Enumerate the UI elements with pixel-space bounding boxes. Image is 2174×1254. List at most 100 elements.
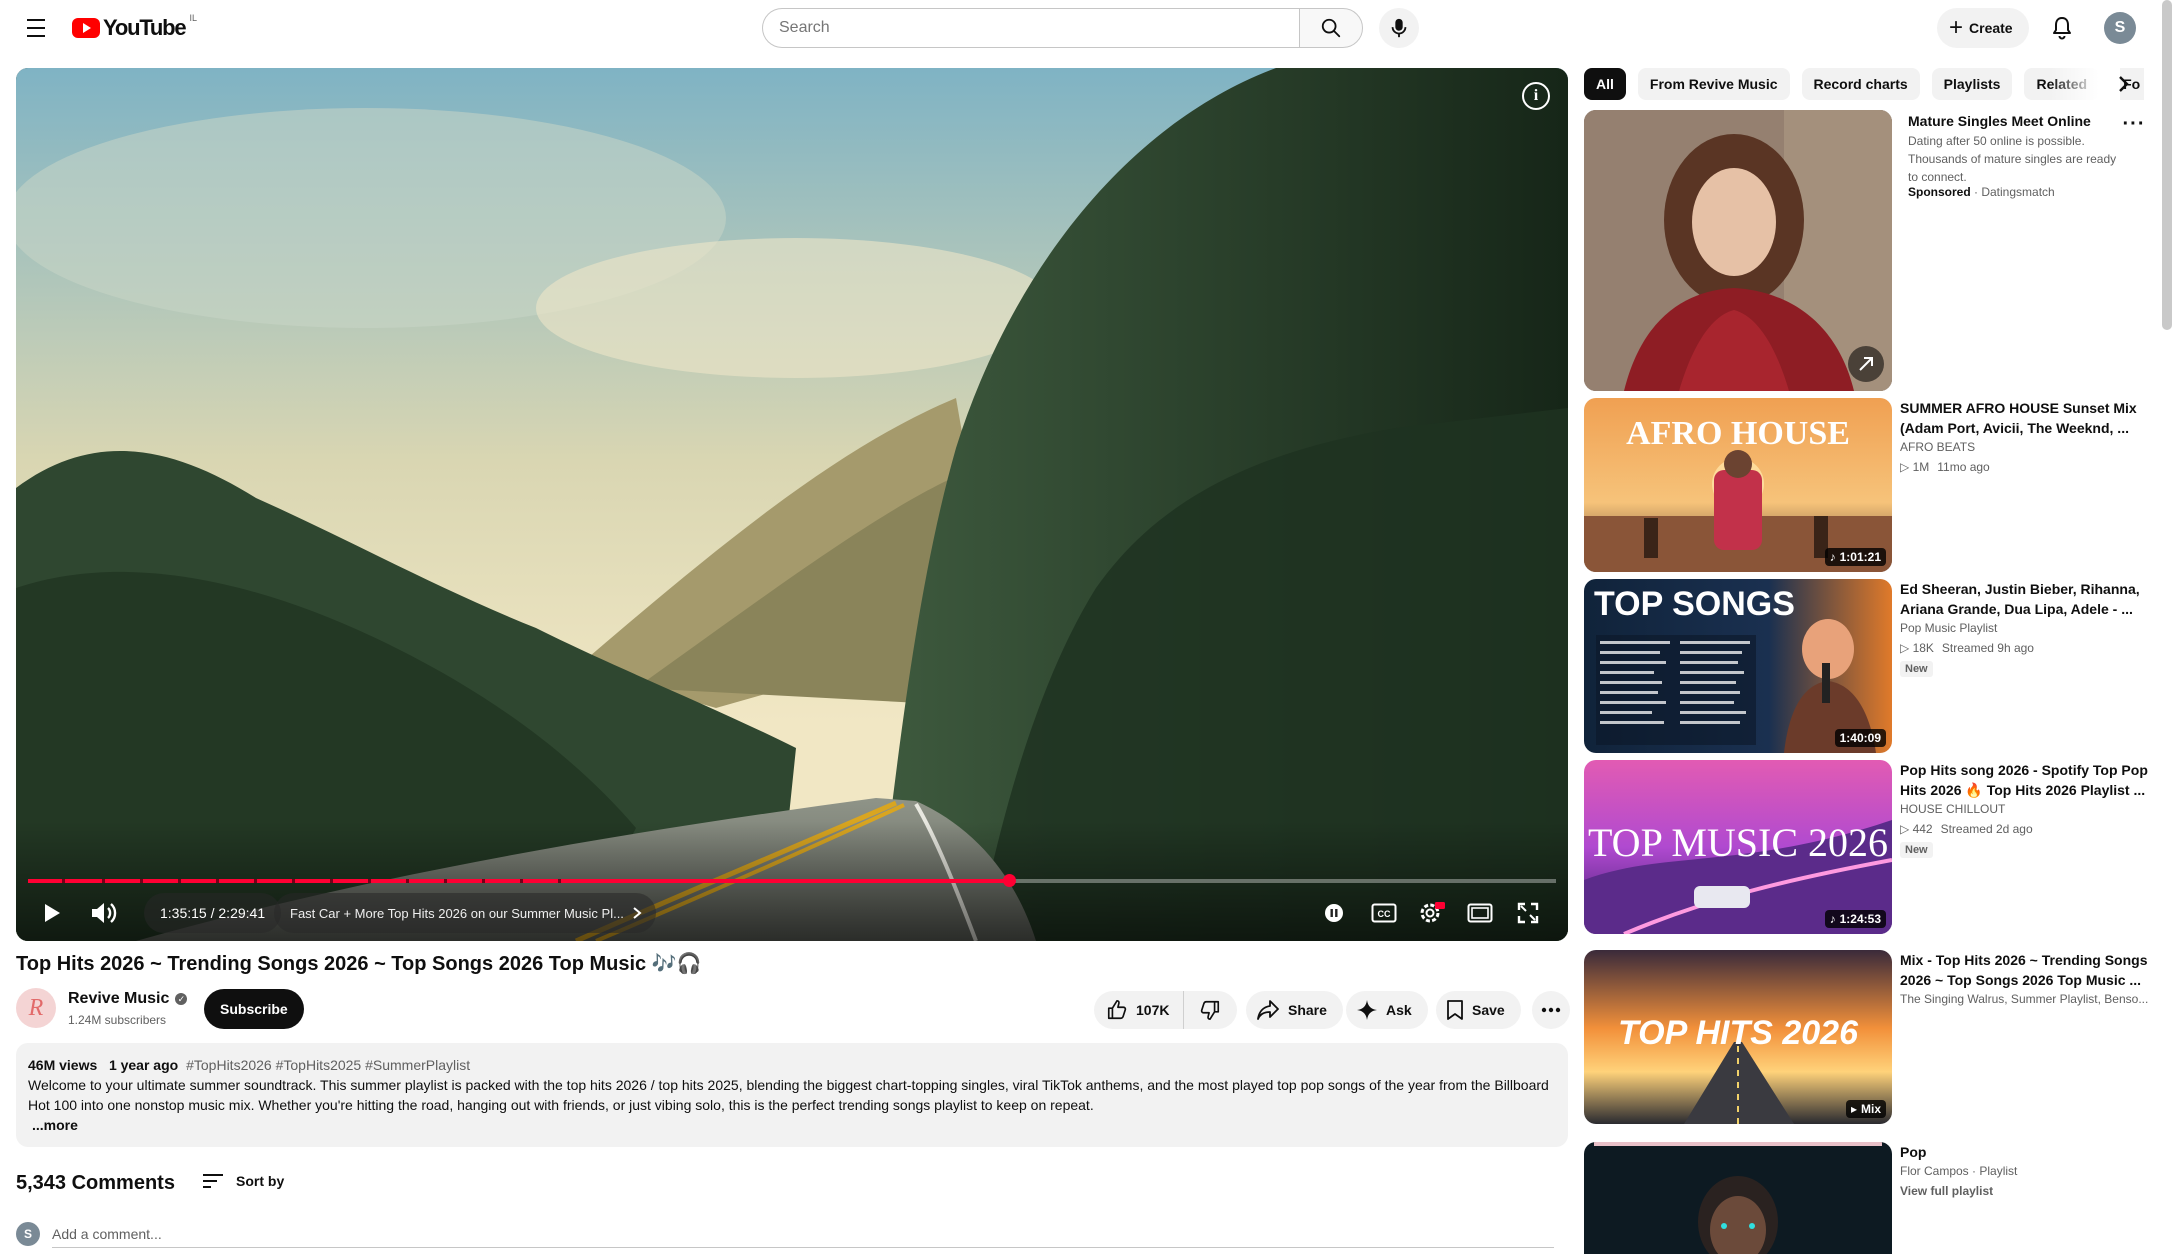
thumbs-down-icon [1200, 1000, 1220, 1020]
ad-description: Dating after 50 online is possible. Thou… [1908, 134, 2117, 184]
stream-age: Streamed 2d ago [1940, 822, 2033, 836]
channel-avatar-initial: R [28, 994, 44, 1021]
commenter-avatar: S [16, 1222, 40, 1246]
chips-next-button[interactable] [2108, 68, 2140, 100]
ad-menu-button[interactable]: ··· [2123, 112, 2145, 136]
page-scrollbar[interactable] [2162, 0, 2172, 330]
settings-button[interactable] [1414, 895, 1450, 931]
filter-chip[interactable]: Record charts [1801, 68, 1920, 100]
recommended-video[interactable]: TOP SONGS 1:40:09 Ed Sheeran, Justin Bie… [1584, 579, 2164, 753]
fullscreen-button[interactable] [1510, 895, 1546, 931]
captions-button[interactable]: CC [1366, 895, 1402, 931]
thumbnail-image [1584, 1142, 1892, 1254]
recommended-mix[interactable]: TOP HITS 2026 ▸ Mix Mix - Top Hits 2026 ~… [1584, 950, 2164, 1124]
view-count-value: 1M [1912, 460, 1930, 474]
video-player[interactable]: i 1:35:15 / 2:29:41 Fast Car + More Top … [16, 68, 1568, 941]
channel-name[interactable]: AFRO BEATS [1900, 440, 1975, 454]
chapter-marker [102, 879, 105, 883]
subscribe-button[interactable]: Subscribe [204, 989, 304, 1029]
upload-age: 11mo ago [1937, 460, 1990, 474]
notifications-button[interactable] [2042, 8, 2082, 48]
info-icon[interactable]: i [1522, 82, 1550, 110]
video-thumbnail[interactable]: AFRO HOUSE ♪ 1:01:21 [1584, 398, 1892, 572]
playlist-thumbnail[interactable] [1584, 1142, 1892, 1254]
view-full-playlist-link[interactable]: View full playlist [1900, 1184, 1993, 1198]
show-more-link[interactable]: ...more [32, 1115, 1556, 1135]
video-title[interactable]: Pop Hits song 2026 - Spotify Top Pop Hit… [1900, 760, 2150, 800]
chapter-marker [482, 879, 485, 883]
recommended-video[interactable]: TOP MUSIC 2026 ♪ 1:24:53 Pop Hits song 20… [1584, 760, 2164, 934]
bell-icon [2053, 17, 2071, 40]
new-badge: New [1900, 661, 1933, 677]
save-button[interactable]: Save [1436, 991, 1521, 1029]
theater-mode-button[interactable] [1462, 895, 1498, 931]
mix-title[interactable]: Mix - Top Hits 2026 ~ Trending Songs 202… [1900, 950, 2150, 990]
voice-search-button[interactable] [1379, 8, 1419, 48]
fullscreen-icon [1517, 902, 1539, 924]
mute-button[interactable] [84, 895, 124, 931]
subscriber-count: 1.24M subscribers [68, 1013, 167, 1027]
chevron-right-icon [2119, 76, 2129, 92]
captions-icon: CC [1371, 903, 1397, 923]
recommended-playlist[interactable]: Pop Flor Campos · Playlist View full pla… [1584, 1142, 2164, 1254]
music-note-icon: ♪ [1829, 912, 1836, 926]
scrubber-handle[interactable] [1003, 874, 1016, 887]
channel-name-link[interactable]: Revive Music ✓ [68, 990, 188, 1008]
comment-input[interactable] [52, 1220, 1554, 1248]
mix-thumbnail[interactable]: TOP HITS 2026 ▸ Mix [1584, 950, 1892, 1124]
search-button[interactable] [1299, 8, 1363, 48]
ad-image [1584, 110, 1892, 391]
more-actions-button[interactable] [1532, 991, 1570, 1029]
menu-icon[interactable] [20, 14, 52, 42]
hashtags[interactable]: #TopHits2026 #TopHits2025 #SummerPlaylis… [186, 1057, 470, 1073]
description-meta: 46M views 1 year ago #TopHits2026 #TopHi… [28, 1055, 1556, 1075]
video-stats: ▷ 18K Streamed 9h ago [1900, 641, 2034, 655]
mix-badge: ▸ Mix [1845, 1100, 1886, 1118]
search-bar [762, 8, 1419, 48]
like-button[interactable]: 107K [1094, 991, 1184, 1029]
progress-bar[interactable] [28, 874, 1556, 887]
video-thumbnail[interactable]: TOP SONGS 1:40:09 [1584, 579, 1892, 753]
create-label: Create [1969, 20, 2013, 36]
filter-chip[interactable]: Playlists [1931, 68, 2013, 100]
sort-comments-button[interactable]: Sort by [202, 1172, 284, 1190]
thumbnail-text: TOP SONGS [1594, 585, 1795, 623]
duration-text: 1:01:21 [1839, 550, 1881, 564]
gear-icon [1420, 902, 1445, 923]
recommended-video[interactable]: AFRO HOUSE ♪ 1:01:21 SUMMER AFRO HOUSE Su… [1584, 398, 2164, 572]
channel-name[interactable]: Pop Music Playlist [1900, 621, 1997, 635]
video-title[interactable]: Ed Sheeran, Justin Bieber, Rihanna, Aria… [1900, 579, 2150, 619]
music-note-icon: ♪ [1829, 550, 1836, 564]
chapter-marker [368, 879, 371, 883]
sort-label: Sort by [236, 1173, 285, 1189]
chapter-button[interactable]: Fast Car + More Top Hits 2026 on our Sum… [274, 893, 656, 933]
playlist-title[interactable]: Pop [1900, 1142, 2150, 1162]
play-icon [45, 904, 60, 922]
view-count: ▷ 18K [1900, 641, 1934, 655]
share-button[interactable]: Share [1246, 991, 1343, 1029]
youtube-logo[interactable]: YouTube IL [72, 13, 197, 41]
video-thumbnail[interactable]: TOP MUSIC 2026 ♪ 1:24:53 [1584, 760, 1892, 934]
autoplay-toggle[interactable] [1316, 895, 1352, 931]
play-button[interactable] [34, 895, 70, 931]
filter-chip[interactable]: All [1584, 68, 1626, 100]
ad-title[interactable]: Mature Singles Meet Online [1908, 111, 2118, 131]
account-avatar[interactable]: S [2104, 12, 2136, 44]
dislike-button[interactable] [1184, 991, 1236, 1029]
search-input[interactable] [762, 8, 1299, 48]
chapter-marker [520, 879, 523, 883]
ad-thumbnail[interactable] [1584, 110, 1892, 391]
description-box[interactable]: 46M views 1 year ago #TopHits2026 #TopHi… [16, 1043, 1568, 1147]
duration-badge: 1:40:09 [1834, 729, 1886, 747]
logo-text: YouTube [103, 15, 187, 40]
progress-played [28, 879, 1009, 883]
create-button[interactable]: + Create [1937, 8, 2029, 48]
thumbnail-text: TOP HITS 2026 [1618, 1014, 1859, 1052]
view-count: 46M views [28, 1057, 98, 1073]
ask-button[interactable]: Ask [1346, 991, 1428, 1029]
channel-name[interactable]: HOUSE CHILLOUT [1900, 802, 2005, 816]
video-title[interactable]: SUMMER AFRO HOUSE Sunset Mix (Adam Port,… [1900, 398, 2150, 438]
channel-avatar[interactable]: R [16, 988, 56, 1028]
stream-age: Streamed 9h ago [1941, 641, 2034, 655]
filter-chip[interactable]: From Revive Music [1637, 68, 1790, 100]
